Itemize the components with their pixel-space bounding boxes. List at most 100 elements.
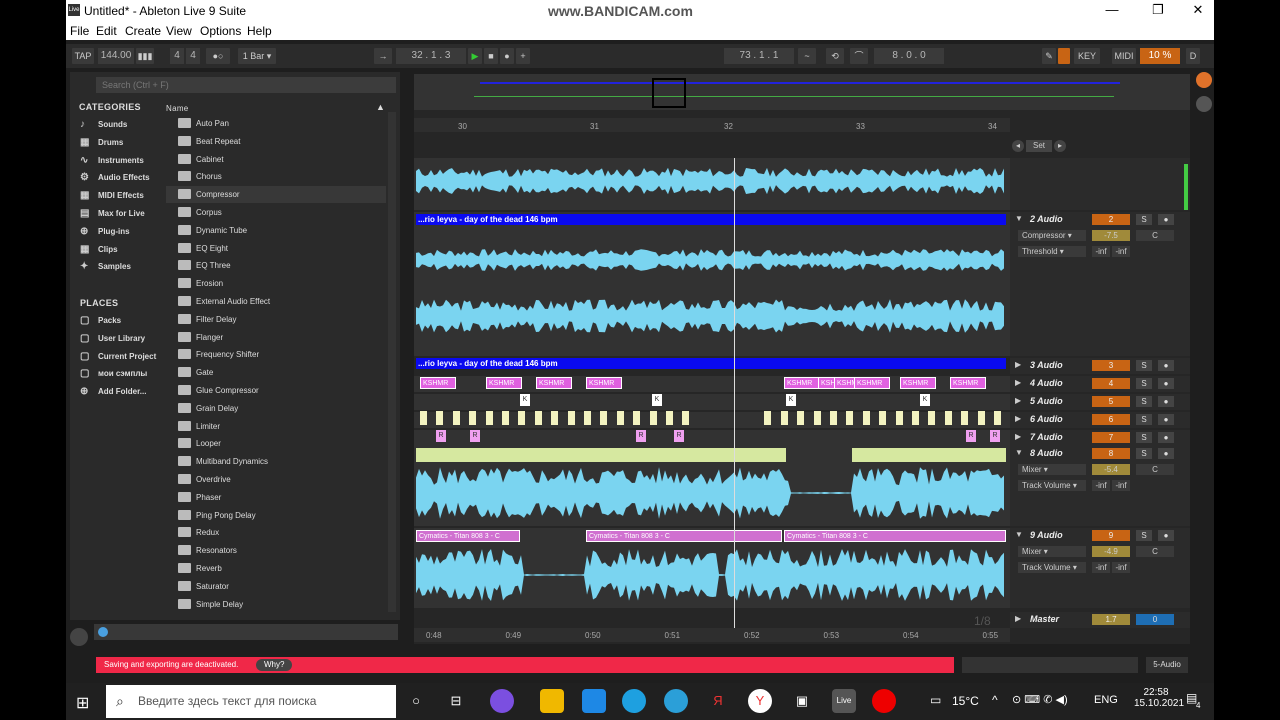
k-clip[interactable]: K	[920, 394, 930, 406]
store-icon[interactable]: ▣	[790, 689, 814, 713]
place-item[interactable]: ▢ Packs	[78, 312, 158, 329]
kshmr-clip[interactable]: KSHMR	[854, 377, 890, 389]
drum-hit-clip[interactable]	[813, 411, 821, 425]
category-instruments[interactable]: ∿ Instruments	[78, 152, 158, 169]
category-clips[interactable]: ▦ Clips	[78, 241, 158, 258]
pan-value[interactable]: C	[1136, 230, 1174, 241]
track-fold-icon[interactable]: ▶	[1015, 378, 1021, 387]
signature-denominator[interactable]: 4	[186, 48, 200, 64]
track-fold-icon[interactable]: ▼	[1015, 448, 1023, 457]
browser-item[interactable]: Erosion	[166, 275, 386, 292]
track-activator[interactable]: 3	[1092, 360, 1130, 371]
nudge-icon[interactable]: ▮▮▮	[136, 48, 154, 64]
track-name[interactable]: 3 Audio	[1030, 360, 1063, 370]
track-9-lane[interactable]: Cymatics - Titan 808 3 - C Cymatics - Ti…	[414, 528, 1010, 608]
clock[interactable]: 22:58 15.10.2021	[1134, 687, 1184, 709]
browser-item[interactable]: Corpus	[166, 204, 386, 221]
master-name[interactable]: Master	[1030, 614, 1059, 624]
widgets-icon[interactable]: ⊟	[444, 689, 468, 713]
browser-item[interactable]: Flanger	[166, 329, 386, 346]
browser-item[interactable]: Filter Delay	[166, 311, 386, 328]
quantize-dropdown[interactable]: 1 Bar ▾	[238, 48, 276, 64]
browser-item[interactable]: Overdrive	[166, 471, 386, 488]
kshmr-clip[interactable]: KSHMR	[784, 377, 820, 389]
time-ruler[interactable]: 0:48 0:49 0:50 0:51 0:52 0:53 0:54 0:55	[414, 628, 1010, 642]
solo-button[interactable]: S	[1136, 432, 1152, 443]
track-activator[interactable]: 5	[1092, 396, 1130, 407]
pan-value[interactable]: C	[1136, 546, 1174, 557]
preview-bar[interactable]	[94, 624, 398, 640]
track-fold-icon[interactable]: ▶	[1015, 360, 1021, 369]
draw-icon[interactable]: ✎	[1042, 48, 1056, 64]
browser-item[interactable]: Simple Delay	[166, 596, 386, 613]
browser-item[interactable]: Saturator	[166, 578, 386, 595]
bandicam-icon[interactable]	[872, 689, 896, 713]
drum-hit-clip[interactable]	[420, 411, 427, 425]
r-clip[interactable]: R	[990, 430, 1000, 442]
bar-ruler[interactable]: 30 31 32 33 34	[414, 118, 1010, 132]
midi-map-button[interactable]: MIDI	[1112, 48, 1136, 64]
yandex-icon[interactable]: Я	[706, 689, 730, 713]
k-clip[interactable]: K	[786, 394, 796, 406]
track-8-clip-a[interactable]	[416, 448, 786, 462]
browser-item[interactable]: EQ Three	[166, 257, 386, 274]
drum-hit-clip[interactable]	[518, 411, 526, 425]
pan-value[interactable]: C	[1136, 464, 1174, 475]
taskbar-search-input[interactable]: Введите здесь текст для поиска	[106, 685, 396, 718]
track-8-clip-b[interactable]	[852, 448, 1006, 462]
track-name[interactable]: 9 Audio	[1030, 530, 1063, 540]
volume-value[interactable]: -5.4	[1092, 464, 1130, 475]
solo-button[interactable]: S	[1136, 214, 1152, 225]
solo-button[interactable]: S	[1136, 530, 1152, 541]
param-chooser[interactable]: Threshold ▾	[1018, 246, 1086, 257]
drum-hit-clip[interactable]	[436, 411, 444, 425]
k-clip[interactable]: K	[652, 394, 662, 406]
kshmr-clip[interactable]: KSHMR	[900, 377, 936, 389]
minimize-button[interactable]: —	[1092, 2, 1132, 17]
ableton-taskbar-icon[interactable]: Live	[832, 689, 856, 713]
tray-icons[interactable]: ⊙ ⌨ ✆ ◀)	[1012, 693, 1068, 706]
track-2-lane[interactable]: ...rio leyva - day of the dead 146 bpm	[414, 212, 1010, 356]
menu-edit[interactable]: Edit	[96, 24, 117, 38]
track-fold-icon[interactable]: ▶	[1015, 396, 1021, 405]
drum-hit-clip[interactable]	[977, 411, 985, 425]
arm-button[interactable]: ●	[1158, 448, 1174, 459]
kshmr-clip[interactable]: KSHMR	[586, 377, 622, 389]
drum-hit-clip[interactable]	[994, 411, 1001, 425]
browser-item[interactable]: Multiband Dynamics	[166, 453, 386, 470]
loop-length-field[interactable]: 8 . 0 . 0	[874, 48, 944, 64]
drum-hit-clip[interactable]	[666, 411, 673, 425]
arm-button[interactable]: ●	[1158, 530, 1174, 541]
info-toggle-icon[interactable]	[70, 628, 88, 646]
preview-icon[interactable]	[98, 627, 108, 637]
track-name[interactable]: 5 Audio	[1030, 396, 1063, 406]
punch-in-icon[interactable]: ~	[798, 48, 816, 64]
edge-icon[interactable]	[664, 689, 688, 713]
clip-title-bar[interactable]: ...rio leyva - day of the dead 146 bpm	[416, 214, 1006, 225]
kshmr-clip[interactable]: KSHMR	[420, 377, 456, 389]
browser-item[interactable]: Auto Pan	[166, 115, 386, 132]
solo-button[interactable]: S	[1136, 448, 1152, 459]
tap-button[interactable]: TAP	[72, 48, 94, 64]
place-item[interactable]: ▢ User Library	[78, 330, 158, 347]
pencil-mode-icon[interactable]	[1058, 48, 1070, 64]
drum-hit-clip[interactable]	[567, 411, 575, 425]
loop-start-field[interactable]: 73 . 1 . 1	[724, 48, 794, 64]
track-lane[interactable]	[414, 430, 1010, 446]
drum-hit-clip[interactable]	[912, 411, 919, 425]
track-name[interactable]: 4 Audio	[1030, 378, 1063, 388]
track-fold-icon[interactable]: ▶	[1015, 432, 1021, 441]
signature-numerator[interactable]: 4	[170, 48, 184, 64]
drum-hit-clip[interactable]	[469, 411, 477, 425]
drum-hit-clip[interactable]	[780, 411, 788, 425]
r-clip[interactable]: R	[636, 430, 646, 442]
menu-create[interactable]: Create	[125, 24, 161, 38]
r-clip[interactable]: R	[674, 430, 684, 442]
menu-view[interactable]: View	[166, 24, 192, 38]
kshmr-clip[interactable]: KSHMR	[950, 377, 986, 389]
browser-item[interactable]: Dynamic Tube	[166, 222, 386, 239]
track-name[interactable]: 2 Audio	[1030, 214, 1063, 224]
drum-hit-clip[interactable]	[485, 411, 493, 425]
overview-strip[interactable]	[414, 74, 1190, 110]
place-item[interactable]: ▢ Current Project	[78, 348, 158, 365]
